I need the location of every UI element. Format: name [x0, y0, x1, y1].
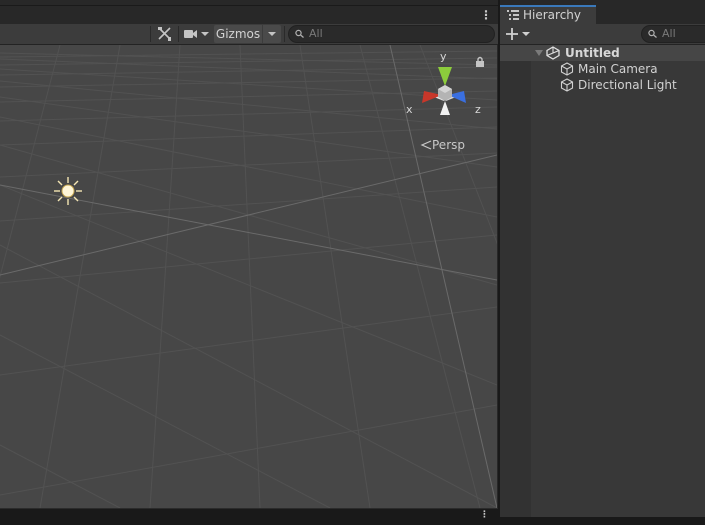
bottom-panel-menu-icon[interactable]: ⋮: [480, 511, 489, 525]
axis-label-x: x: [406, 103, 413, 116]
orientation-gizmo[interactable]: y x z: [402, 50, 488, 127]
gameobject-cube-icon: [560, 62, 574, 76]
toolbar-separator: [284, 26, 285, 42]
plus-icon: [506, 28, 530, 40]
scene-toolbar: Gizmos All: [0, 24, 498, 45]
gizmos-dropdown[interactable]: [263, 25, 281, 43]
hierarchy-gutter: [500, 45, 531, 517]
axis-label-y: y: [440, 50, 447, 63]
video-camera-icon: [184, 30, 209, 38]
toolbar-separator: [178, 26, 179, 42]
perspective-icon: [420, 140, 432, 150]
panel-menu-icon[interactable]: ⋮: [480, 8, 492, 22]
hierarchy-list-icon: [507, 10, 519, 20]
directional-light-icon[interactable]: [52, 175, 84, 207]
camera-settings-button[interactable]: [180, 25, 212, 43]
hierarchy-tab-label: Hierarchy: [523, 8, 582, 22]
tools-button[interactable]: [154, 25, 176, 43]
hierarchy-toolbar: All: [500, 24, 705, 45]
create-button[interactable]: [504, 25, 534, 43]
scene-tab-bar: ⋮: [0, 5, 498, 25]
hierarchy-item-label: Directional Light: [578, 78, 677, 92]
scene-search-field[interactable]: All: [288, 25, 495, 43]
search-icon: [295, 29, 304, 38]
tools-crossed-icon: [158, 27, 171, 41]
expand-arrow-icon[interactable]: [534, 48, 544, 58]
tab-hierarchy[interactable]: Hierarchy: [500, 5, 596, 24]
hierarchy-panel: Hierarchy All Untitled Main Camera Direc…: [499, 0, 705, 517]
chevron-down-icon: [268, 32, 276, 36]
scene-row[interactable]: Untitled: [500, 45, 705, 61]
gameobject-cube-icon: [560, 78, 574, 92]
unity-scene-icon: [546, 46, 560, 60]
hierarchy-item-main-camera[interactable]: Main Camera: [500, 61, 705, 77]
hierarchy-item-directional-light[interactable]: Directional Light: [500, 77, 705, 93]
axis-label-z: z: [475, 103, 481, 116]
hierarchy-item-label: Main Camera: [578, 62, 658, 76]
hierarchy-tree: Untitled Main Camera Directional Light: [500, 45, 705, 517]
scene-view-panel: ⋮ Gizmos All y x z Persp ⋮: [0, 0, 498, 520]
search-icon: [648, 29, 657, 38]
hierarchy-search-placeholder: All: [662, 27, 676, 40]
projection-label: Persp: [432, 138, 465, 152]
scene-name: Untitled: [565, 46, 620, 60]
projection-toggle[interactable]: Persp: [420, 138, 465, 152]
scene-search-placeholder: All: [309, 27, 323, 40]
hierarchy-search-field[interactable]: All: [641, 25, 705, 43]
toolbar-separator: [150, 26, 151, 42]
gizmos-button[interactable]: Gizmos: [214, 25, 262, 43]
scene-viewport[interactable]: y x z Persp: [0, 45, 497, 508]
